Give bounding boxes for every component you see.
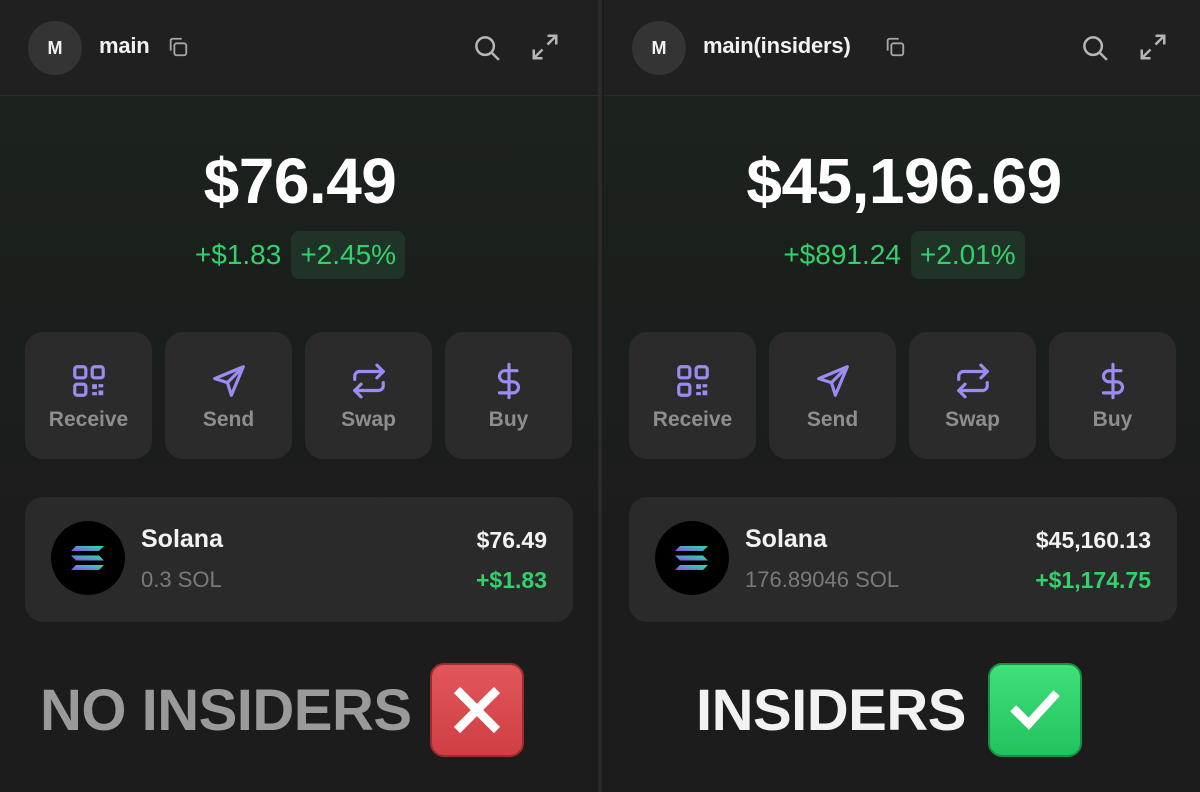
send-arrow-icon	[212, 365, 245, 397]
copy-icon[interactable]	[167, 36, 189, 58]
balance-change-amount: +$1.83	[194, 239, 282, 270]
token-change: +$1,174.75	[1035, 567, 1151, 593]
swap-arrows-icon	[352, 363, 385, 399]
buy-button[interactable]: Buy	[445, 332, 572, 459]
wallet-panel-left: M main $76.49 +$1.83 +2.45% Receive Send…	[0, 0, 600, 792]
copy-icon[interactable]	[884, 36, 906, 58]
comparison-stage: M main $76.49 +$1.83 +2.45% Receive Send…	[0, 0, 1200, 792]
receive-button[interactable]: Receive	[25, 332, 152, 459]
token-name: Solana	[745, 525, 827, 553]
balance-change-row: +$1.83 +2.45%	[0, 230, 600, 280]
total-balance: $76.49	[203, 145, 397, 217]
balance-change-percent-badge: +2.45%	[291, 231, 406, 279]
search-icon[interactable]	[472, 33, 502, 63]
token-value: $76.49	[476, 527, 547, 553]
action-buttons: Receive Send Swap Buy	[629, 332, 1176, 459]
token-amount: 0.3 SOL	[141, 567, 222, 592]
balance-change-row: +$891.24 +2.01%	[604, 230, 1200, 280]
avatar[interactable]: M	[632, 21, 686, 75]
wallet-panel-right: M main(insiders) $45,196.69 +$891.24 +2.…	[604, 0, 1200, 792]
caption-row: NO INSIDERS	[40, 663, 524, 757]
action-label: Buy	[488, 408, 529, 431]
token-amount: 176.89046 SOL	[745, 567, 900, 592]
token-name: Solana	[141, 525, 223, 553]
token-row-solana[interactable]: Solana 176.89046 SOL $45,160.13 +$1,174.…	[629, 497, 1177, 622]
red-x-icon	[429, 663, 524, 757]
qr-code-icon	[72, 365, 105, 397]
action-label: Receive	[652, 408, 733, 431]
avatar[interactable]: M	[28, 21, 82, 75]
action-label: Swap	[341, 408, 396, 431]
token-value: $45,160.13	[1035, 527, 1151, 553]
qr-code-icon	[676, 365, 709, 397]
token-row-solana[interactable]: Solana 0.3 SOL $76.49 +$1.83	[25, 497, 573, 622]
receive-button[interactable]: Receive	[629, 332, 756, 459]
dollar-icon	[1101, 362, 1124, 400]
action-label: Receive	[48, 408, 129, 431]
caption-no-insiders: NO INSIDERS	[40, 677, 412, 743]
panel-divider	[598, 0, 602, 792]
green-check-icon	[987, 663, 1082, 757]
action-label: Buy	[1092, 408, 1133, 431]
send-button[interactable]: Send	[165, 332, 292, 459]
action-label: Send	[806, 408, 859, 431]
token-change: +$1.83	[476, 567, 547, 593]
wallet-name[interactable]: main	[99, 33, 150, 59]
wallet-header: M main(insiders)	[604, 0, 1200, 96]
balance-change-amount: +$891.24	[783, 239, 901, 270]
swap-button[interactable]: Swap	[909, 332, 1036, 459]
action-label: Swap	[945, 408, 1000, 431]
solana-logo-icon	[655, 521, 729, 595]
caption-row: INSIDERS	[696, 663, 1082, 757]
wallet-name[interactable]: main(insiders)	[703, 33, 851, 59]
send-button[interactable]: Send	[769, 332, 896, 459]
total-balance: $45,196.69	[746, 145, 1062, 217]
send-arrow-icon	[816, 365, 849, 397]
balance-change-percent-badge: +2.01%	[910, 231, 1025, 279]
action-label: Send	[202, 408, 255, 431]
caption-insiders: INSIDERS	[696, 677, 966, 743]
buy-button[interactable]: Buy	[1049, 332, 1176, 459]
dollar-icon	[497, 362, 520, 400]
search-icon[interactable]	[1080, 33, 1110, 63]
expand-icon[interactable]	[1138, 32, 1168, 62]
solana-logo-icon	[51, 521, 125, 595]
action-buttons: Receive Send Swap Buy	[25, 332, 572, 459]
expand-icon[interactable]	[530, 32, 560, 62]
wallet-header: M main	[0, 0, 600, 96]
swap-arrows-icon	[956, 363, 989, 399]
swap-button[interactable]: Swap	[305, 332, 432, 459]
